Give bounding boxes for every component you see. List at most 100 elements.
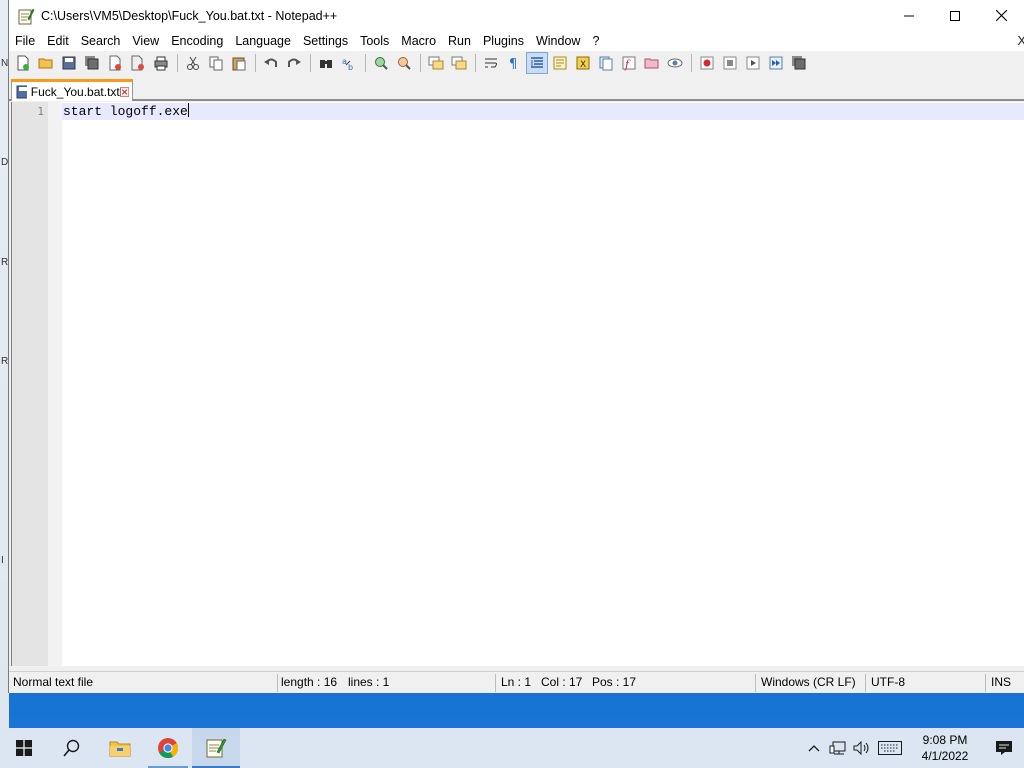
user-language-icon <box>553 56 567 70</box>
chrome-button[interactable] <box>144 728 192 768</box>
menu-window[interactable]: Window <box>530 31 586 51</box>
save-all-button[interactable] <box>81 52 103 74</box>
toolbar-separator <box>365 54 366 72</box>
status-position: Pos : 17 <box>592 675 637 689</box>
menu-view[interactable]: View <box>126 31 165 51</box>
play-macro-button[interactable] <box>742 52 764 74</box>
title-bar[interactable]: C:\Users\VM5\Desktop\Fuck_You.bat.txt - … <box>9 0 1024 31</box>
notepadpp-taskbar-button[interactable] <box>192 728 240 768</box>
keyboard-icon <box>878 741 902 755</box>
menu-tools[interactable]: Tools <box>354 31 395 51</box>
notepadpp-app-icon[interactable] <box>17 7 35 25</box>
document-tab[interactable]: Fuck_You.bat.txt <box>11 79 133 101</box>
maximize-button[interactable] <box>932 0 978 31</box>
zoom-in-button[interactable] <box>370 52 392 74</box>
function-list-button[interactable]: f <box>618 52 640 74</box>
close-document-button[interactable]: X <box>1017 31 1024 51</box>
scissors-icon <box>187 56 199 70</box>
document-tab-bar: Fuck_You.bat.txt <box>9 78 1024 101</box>
status-eol-format[interactable]: Windows (CR LF) <box>759 672 856 693</box>
window-title: C:\Users\VM5\Desktop\Fuck_You.bat.txt - … <box>41 8 338 23</box>
menu-encoding[interactable]: Encoding <box>165 31 229 51</box>
desktop-edge-letter: I <box>1 555 4 566</box>
menu-file[interactable]: File <box>9 31 41 51</box>
close-file-icon <box>109 55 121 71</box>
svg-text:X: X <box>580 60 586 70</box>
word-wrap-icon <box>485 58 497 68</box>
network-button[interactable] <box>826 728 850 768</box>
status-encoding[interactable]: UTF-8 <box>869 672 905 693</box>
monitoring-button[interactable] <box>664 52 686 74</box>
status-divider <box>985 674 986 692</box>
code-line[interactable]: start logoff.exe <box>63 103 189 120</box>
doc-list-button[interactable] <box>595 52 617 74</box>
save-macro-button[interactable] <box>788 52 810 74</box>
notepadpp-window: C:\Users\VM5\Desktop\Fuck_You.bat.txt - … <box>8 0 1024 693</box>
menu-help[interactable]: ? <box>586 31 605 51</box>
new-file-button[interactable] <box>12 52 34 74</box>
copy-button[interactable] <box>205 52 227 74</box>
close-window-button[interactable] <box>978 0 1024 31</box>
cut-button[interactable] <box>182 52 204 74</box>
print-button[interactable] <box>150 52 172 74</box>
save-icon <box>62 56 76 70</box>
minimize-button[interactable] <box>886 0 932 31</box>
paste-button[interactable] <box>228 52 250 74</box>
volume-button[interactable] <box>850 728 874 768</box>
open-file-button[interactable] <box>35 52 57 74</box>
save-button[interactable] <box>58 52 80 74</box>
show-all-chars-button[interactable]: ¶ <box>503 52 525 74</box>
windows-logo-icon <box>16 740 32 756</box>
sync-horizontal-button[interactable] <box>448 52 470 74</box>
play-icon <box>746 56 760 70</box>
function-list-icon: f <box>622 56 636 71</box>
text-editor[interactable]: 1 start logoff.exe <box>11 102 1024 666</box>
redo-button[interactable] <box>283 52 305 74</box>
fast-forward-icon <box>769 56 783 70</box>
keyboard-button[interactable] <box>874 728 906 768</box>
find-button[interactable] <box>315 52 337 74</box>
paste-icon <box>232 57 246 71</box>
word-wrap-button[interactable] <box>480 52 502 74</box>
menu-macro[interactable]: Macro <box>395 31 442 51</box>
fold-margin[interactable] <box>48 102 62 666</box>
file-explorer-button[interactable] <box>96 728 144 768</box>
notification-center-button[interactable] <box>984 728 1024 768</box>
record-macro-button[interactable] <box>696 52 718 74</box>
sync-vertical-button[interactable] <box>425 52 447 74</box>
close-file-button[interactable] <box>104 52 126 74</box>
printer-icon <box>154 56 168 71</box>
notification-icon <box>996 741 1012 755</box>
eye-icon <box>667 58 683 68</box>
menu-search[interactable]: Search <box>75 31 127 51</box>
search-icon <box>63 739 80 757</box>
start-button[interactable] <box>0 728 48 768</box>
clock[interactable]: 9:08 PM 4/1/2022 <box>910 732 980 764</box>
zoom-out-button[interactable] <box>393 52 415 74</box>
menu-bar: File Edit Search View Encoding Language … <box>9 31 1024 51</box>
zoom-in-icon <box>375 57 388 70</box>
undo-button[interactable] <box>260 52 282 74</box>
status-insert-mode[interactable]: INS <box>989 672 1011 693</box>
menu-run[interactable]: Run <box>442 31 477 51</box>
doc-map-button[interactable]: X <box>572 52 594 74</box>
toolbar-separator <box>310 54 311 72</box>
close-all-button[interactable] <box>127 52 149 74</box>
menu-plugins[interactable]: Plugins <box>477 31 530 51</box>
menu-language[interactable]: Language <box>229 31 297 51</box>
udl-button[interactable] <box>549 52 571 74</box>
stop-icon <box>723 56 737 70</box>
indent-guide-button[interactable] <box>526 52 548 74</box>
tab-close-icon[interactable] <box>119 86 129 98</box>
replace-button[interactable]: ab <box>338 52 360 74</box>
menu-settings[interactable]: Settings <box>297 31 354 51</box>
folder-workspace-button[interactable] <box>641 52 663 74</box>
line-number: 1 <box>37 105 44 118</box>
toolbar-separator <box>475 54 476 72</box>
show-hidden-icons-button[interactable] <box>802 728 826 768</box>
stop-macro-button[interactable] <box>719 52 741 74</box>
menu-edit[interactable]: Edit <box>41 31 75 51</box>
search-button[interactable] <box>48 728 96 768</box>
run-macro-multiple-button[interactable] <box>765 52 787 74</box>
toolbar-separator <box>691 54 692 72</box>
